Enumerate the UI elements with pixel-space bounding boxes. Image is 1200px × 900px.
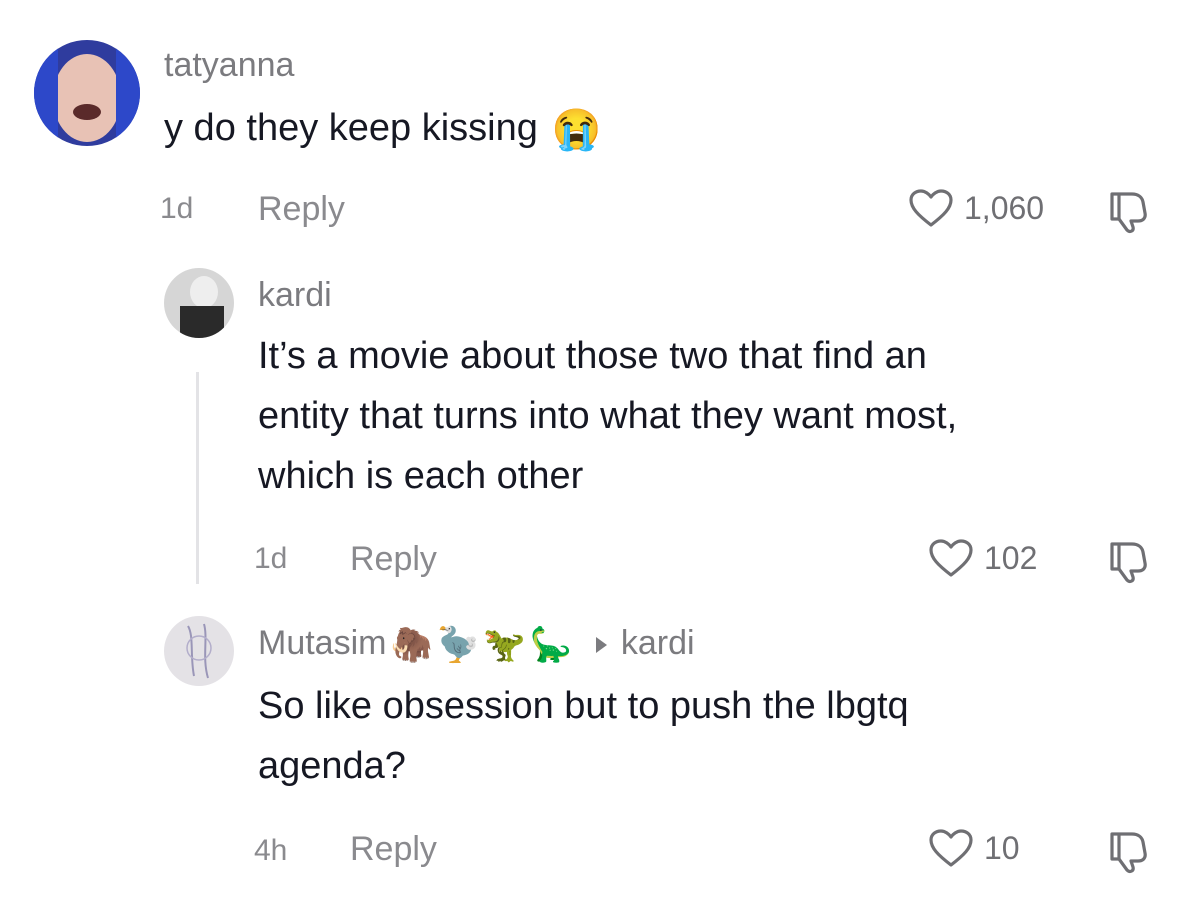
like-button[interactable]: 102 (928, 538, 1037, 578)
comment-text-line: entity that turns into what they want mo… (258, 395, 958, 437)
comment-username-row: Mutasim 🦣 🦤 🦖 🦕 kardi (258, 624, 695, 663)
comment-text: So like obsession but to push the lbgtq … (258, 676, 909, 796)
comment-timestamp: 4h (254, 834, 288, 867)
like-button[interactable]: 10 (928, 828, 1020, 868)
comment-text-line: It’s a movie about those two that find a… (258, 335, 927, 377)
comment-text-line: So like obsession but to push the lbgtq (258, 685, 909, 727)
t-rex-emoji-icon: 🦖 (483, 626, 526, 665)
thumbs-down-icon (1110, 832, 1147, 874)
comment-username[interactable]: Mutasim (258, 624, 386, 662)
thumbs-down-icon (1110, 192, 1147, 234)
like-count: 1,060 (964, 189, 1045, 226)
like-count: 10 (984, 829, 1020, 866)
comment-text-line: which is each other (258, 455, 584, 497)
username-emojis: 🦣 🦤 🦖 🦕 (390, 628, 571, 662)
comment-text: It’s a movie about those two that find a… (258, 326, 957, 506)
comment-text: y do they keep kissing 😭 (164, 98, 602, 160)
dodo-emoji-icon: 🦤 (436, 626, 480, 665)
sauropod-emoji-icon: 🦕 (529, 626, 572, 665)
reply-button[interactable]: Reply (350, 830, 437, 869)
avatar-image (164, 616, 234, 686)
heart-icon (929, 539, 973, 577)
heart-icon (909, 189, 953, 227)
reply-button[interactable]: Reply (258, 190, 345, 229)
avatar-tatyanna[interactable] (34, 40, 140, 146)
comment-username[interactable]: kardi (258, 276, 332, 315)
dislike-button[interactable] (1106, 188, 1152, 234)
comment-username[interactable]: tatyanna (164, 46, 294, 85)
reply-button[interactable]: Reply (350, 540, 437, 579)
avatar-image (34, 40, 140, 146)
heart-icon (929, 829, 973, 867)
dislike-button[interactable] (1106, 538, 1152, 584)
avatar-kardi[interactable] (164, 268, 234, 338)
comment-text-line: agenda? (258, 745, 406, 787)
reply-arrow-icon (595, 637, 607, 654)
avatar-mutasim[interactable] (164, 616, 234, 686)
dislike-button[interactable] (1106, 828, 1152, 874)
comment-text-body: y do they keep kissing (164, 107, 538, 149)
like-button[interactable]: 1,060 (908, 188, 1044, 228)
crying-emoji-icon: 😭 (551, 107, 602, 152)
mammoth-emoji-icon: 🦣 (390, 626, 433, 665)
comment-timestamp: 1d (160, 192, 194, 225)
thumbs-down-icon (1110, 542, 1147, 584)
like-count: 102 (984, 539, 1038, 576)
avatar-image (164, 268, 234, 338)
comment-timestamp: 1d (254, 542, 288, 575)
thread-line (196, 372, 199, 584)
reply-to-username[interactable]: kardi (621, 624, 695, 662)
